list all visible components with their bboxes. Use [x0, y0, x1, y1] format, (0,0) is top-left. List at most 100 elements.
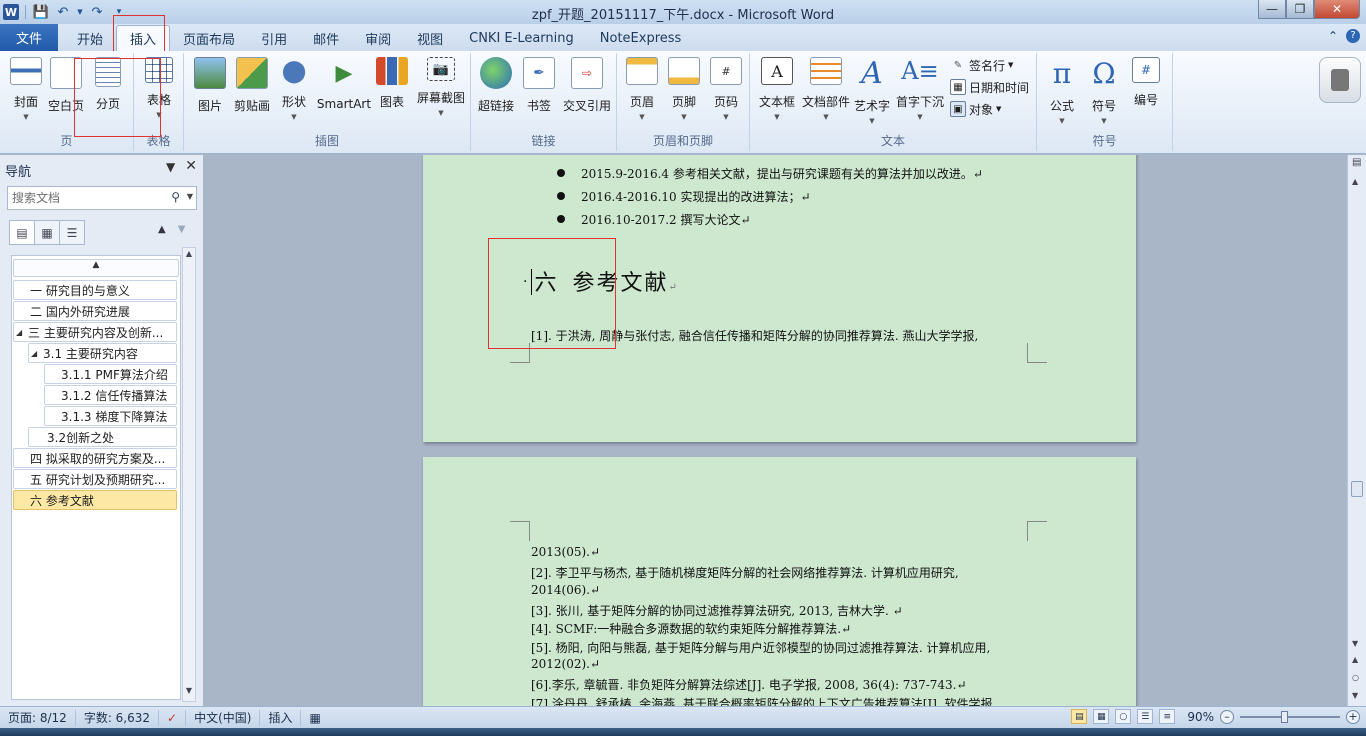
scroll-up-icon[interactable]: ▲ [1352, 177, 1358, 186]
heading-item[interactable]: 3.1.2 信任传播算法 [44, 385, 177, 405]
proofing-icon[interactable]: ✓ [159, 709, 187, 726]
heading-item[interactable]: 3.2创新之处 [28, 427, 177, 447]
date-time-button[interactable]: ▦ 日期和时间 [950, 77, 1029, 97]
clip-art-button[interactable]: 剪贴画 [228, 55, 276, 121]
macro-record-icon[interactable]: ▦ [301, 710, 328, 726]
usb-device-icon[interactable] [1319, 57, 1361, 103]
view-zoom-controls: ▤ ▦ ○ ☰ ≡ 90% – + [1071, 709, 1360, 724]
chart-button[interactable]: 图表 [368, 55, 416, 121]
heading-item[interactable]: 3.1.3 梯度下降算法 [44, 406, 177, 426]
scrollbar-thumb[interactable] [1351, 481, 1363, 497]
help-icon[interactable]: ? [1346, 29, 1360, 43]
equation-button[interactable]: π 公式 ▼ [1038, 55, 1086, 126]
crop-mark [1027, 343, 1047, 363]
heading-item[interactable]: 3.1.1 PMF算法介绍 [44, 364, 177, 384]
zoom-in-icon[interactable]: + [1346, 709, 1360, 724]
quick-parts-button[interactable]: 文档部件 ▼ [800, 55, 852, 121]
search-options-dropdown-icon[interactable]: ▼ [187, 192, 193, 201]
zoom-level[interactable]: 90% [1187, 710, 1214, 724]
heading-item[interactable]: 四 拟采取的研究方案及... [13, 448, 177, 468]
text-box-button[interactable]: A 文本框 ▼ [753, 55, 801, 121]
cover-page-icon [10, 57, 42, 85]
browse-object-icon[interactable]: ○ [1352, 673, 1359, 682]
tab-file[interactable]: 文件 [0, 24, 59, 51]
drop-cap-button[interactable]: A≡ 首字下沉 ▼ [894, 55, 946, 121]
cross-reference-button[interactable]: ⇨ 交叉引用 [561, 55, 613, 121]
next-heading-icon[interactable]: ▼ [178, 224, 186, 235]
shapes-button[interactable]: ⬤ 形状 ▼ [270, 55, 318, 122]
heading-item[interactable]: ◢ 三 主要研究内容及创新... [13, 322, 177, 342]
full-screen-reading-icon[interactable]: ▦ [1093, 709, 1110, 724]
page-count[interactable]: 页面: 8/12 [0, 709, 76, 726]
heading-item[interactable]: 一 研究目的与意义 [13, 280, 177, 300]
maximize-button[interactable]: ❐ [1286, 0, 1314, 19]
reference-line: [4]. SCMF:一种融合多源数据的软约束矩阵分解推荐算法.↵ [531, 622, 852, 636]
expand-collapse-icon[interactable]: ◢ [31, 349, 43, 358]
insert-mode[interactable]: 插入 [260, 709, 302, 726]
document-area[interactable]: 2015.9-2016.4 参考相关文献，提出与研究课题有关的算法并加以改进。↵… [205, 155, 1347, 706]
heading-item[interactable]: ◢ 3.1 主要研究内容 [28, 343, 177, 363]
scroll-up-icon[interactable]: ▲ [183, 249, 195, 263]
document-page[interactable]: 2013(05).↵ [2]. 李卫平与杨杰, 基于随机梯度矩阵分解的社会网络推… [423, 457, 1136, 706]
signature-line-button[interactable]: ✎ 签名行 ▼ [950, 55, 1014, 75]
heading-item[interactable]: 五 研究计划及预期研究... [13, 469, 177, 489]
browse-results-icon[interactable]: ☰ [59, 220, 85, 245]
zoom-out-icon[interactable]: – [1220, 709, 1234, 724]
minimize-button[interactable]: — [1258, 0, 1286, 19]
group-text: A 文本框 ▼ 文档部件 ▼ A 艺术字 ▼ A≡ 首字下沉 ▼ ✎ 签名行 ▼… [750, 53, 1037, 151]
search-document-input[interactable] [8, 187, 158, 209]
object-button[interactable]: ▣ 对象 ▼ [950, 99, 1001, 119]
ruler-toggle-icon[interactable]: ▤ [1352, 157, 1361, 168]
tab-mailings[interactable]: 邮件 [300, 26, 352, 51]
scroll-down-icon[interactable]: ▼ [183, 686, 195, 700]
minimize-ribbon-icon[interactable]: ⌃ [1328, 29, 1338, 43]
screenshot-button[interactable]: 📷 屏幕截图 ▼ [414, 55, 468, 121]
scroll-down-icon[interactable]: ▼ [1352, 639, 1358, 648]
next-page-icon[interactable]: ▼ [1352, 691, 1358, 700]
bookmark-button[interactable]: ✒ 书签 [515, 55, 563, 121]
web-layout-icon[interactable]: ○ [1115, 709, 1132, 724]
tab-references[interactable]: 引用 [248, 26, 300, 51]
tab-page-layout[interactable]: 页面布局 [170, 26, 248, 51]
expand-collapse-icon[interactable]: ◢ [16, 328, 28, 337]
omega-icon: Ω [1092, 56, 1116, 90]
close-button[interactable]: ✕ [1314, 0, 1360, 19]
browse-pages-icon[interactable]: ▦ [34, 220, 60, 245]
collapse-all-icon[interactable]: ▲ [13, 259, 179, 277]
number-button[interactable]: # 编号 [1122, 55, 1170, 121]
outline-view-icon[interactable]: ☰ [1137, 709, 1154, 724]
wordart-button[interactable]: A 艺术字 ▼ [848, 55, 896, 126]
document-scrollbar[interactable]: ▤ ▲ ▼ ▲ ○ ▼ [1347, 155, 1366, 706]
page-number-button[interactable]: # 页码 ▼ [702, 55, 750, 121]
draft-view-icon[interactable]: ≡ [1159, 709, 1176, 724]
language-indicator[interactable]: 中文(中国) [186, 709, 261, 726]
picture-button[interactable]: 图片 [186, 55, 234, 121]
dropdown-arrow-icon: ▼ [438, 109, 444, 117]
footer-icon [668, 57, 700, 85]
hyperlink-button[interactable]: 超链接 [472, 55, 520, 121]
footer-button[interactable]: 页脚 ▼ [660, 55, 708, 121]
tab-noteexpress[interactable]: NoteExpress [587, 26, 695, 51]
previous-page-icon[interactable]: ▲ [1352, 655, 1358, 664]
nav-close-icon[interactable]: ✕ [185, 159, 197, 174]
tab-home[interactable]: 开始 [64, 26, 116, 51]
heading-item-selected[interactable]: 六 参考文献 [13, 490, 177, 510]
zoom-slider[interactable] [1240, 710, 1340, 723]
tab-cnki[interactable]: CNKI E-Learning [456, 26, 587, 51]
heading-item[interactable]: 二 国内外研究进展 [13, 301, 177, 321]
browse-headings-icon[interactable]: ▤ [9, 220, 35, 245]
page-number-icon: # [710, 57, 742, 85]
zoom-slider-knob[interactable] [1281, 710, 1288, 723]
tab-review[interactable]: 审阅 [352, 26, 404, 51]
header-button[interactable]: 页眉 ▼ [618, 55, 666, 121]
print-layout-view-icon[interactable]: ▤ [1071, 709, 1088, 724]
word-count[interactable]: 字数: 6,632 [76, 709, 160, 726]
nav-scrollbar[interactable]: ▲ ▼ [182, 247, 196, 702]
chart-icon [376, 57, 408, 85]
tab-view[interactable]: 视图 [404, 26, 456, 51]
previous-heading-icon[interactable]: ▲ [158, 224, 166, 235]
search-icon[interactable]: ⚲ [171, 190, 180, 204]
nav-options-dropdown-icon[interactable]: ▼ [166, 160, 175, 174]
symbol-button[interactable]: Ω 符号 ▼ [1080, 55, 1128, 126]
smartart-button[interactable]: ▶ SmartArt [317, 55, 371, 121]
